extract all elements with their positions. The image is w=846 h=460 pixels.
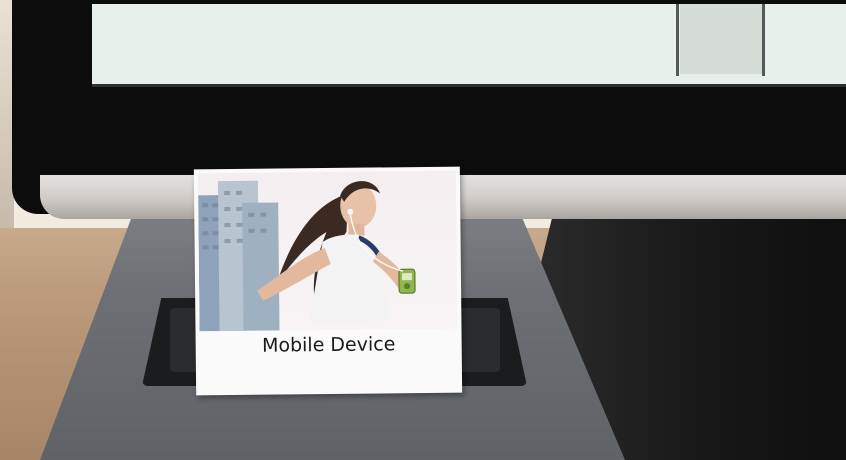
photo-scene: Mobile Device: [0, 0, 846, 460]
screen-divider: [762, 4, 765, 76]
screen-divider: [676, 4, 679, 76]
mobile-device: [398, 268, 416, 294]
building: [242, 202, 280, 331]
screen-window-block: [680, 4, 762, 74]
runner-illustration: [198, 180, 416, 332]
card-photo-runner: [197, 170, 458, 332]
device-screen: [401, 273, 412, 281]
printed-card: Mobile Device: [193, 166, 463, 396]
tank-top: [309, 234, 390, 323]
card-caption: Mobile Device: [261, 333, 396, 357]
